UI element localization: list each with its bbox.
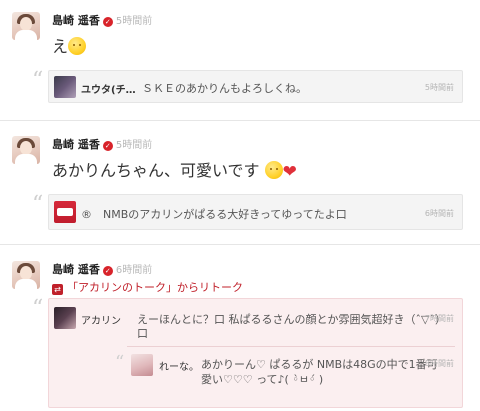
post-time: 6時間前 — [115, 265, 153, 276]
verified-icon: ✓ — [102, 17, 113, 27]
divider — [0, 120, 480, 121]
verified-icon: ✓ — [102, 266, 113, 276]
retalk-link[interactable]: ⇄ 「アカリンのトーク」からリトーク — [52, 279, 243, 295]
nested-quote-icon: “ — [115, 352, 125, 373]
author-line: 島崎 遥香 ✓ 6時間前 — [52, 261, 152, 277]
quoted-name[interactable]: アカリン — [81, 312, 121, 327]
retalk-quote[interactable]: アカリン えーほんとに？口 私ぱるるさんの顔とか雰囲気超好き（ˆ▽ˆ） 口 7時… — [48, 298, 463, 408]
nested-divider — [127, 346, 455, 347]
quoted-text-line2: 口 — [137, 327, 148, 340]
quoted-avatar[interactable] — [54, 201, 76, 223]
post-time: 5時間前 — [115, 16, 153, 27]
author-line: 島崎 遥香 ✓ 5時間前 — [52, 12, 152, 28]
quoted-avatar[interactable] — [54, 307, 76, 329]
smile-emoji-icon — [264, 161, 283, 179]
author-avatar[interactable] — [12, 136, 40, 164]
quoted-talk[interactable]: ® NMBのアカリンがぱるる大好きってゆってたよ口 6時間前 — [48, 194, 463, 230]
quoted-text: ＳＫＥのあかりんもよろしくね。 — [142, 82, 307, 95]
retalk-icon: ⇄ — [52, 284, 63, 295]
heart-icon: ❤ — [282, 162, 297, 182]
author-name[interactable]: 島崎 遥香 — [52, 14, 100, 27]
author-line: 島崎 遥香 ✓ 5時間前 — [52, 136, 152, 152]
quoted-talk[interactable]: ユウタ(チ… ＳＫＥのあかりんもよろしくね。 5時間前 — [48, 70, 463, 103]
verified-icon: ✓ — [102, 141, 113, 151]
quoted-text-line1: えーほんとに？口 私ぱるるさんの顔とか雰囲気超好き（ˆ▽ˆ） — [137, 313, 446, 326]
nested-name[interactable]: れーな。 — [159, 358, 199, 373]
quote-icon: “ — [32, 296, 44, 321]
author-name[interactable]: 島崎 遥香 — [52, 138, 100, 151]
author-name[interactable]: 島崎 遥香 — [52, 263, 100, 276]
smile-emoji-icon — [68, 37, 87, 55]
post-text: あかりんちゃん、可愛いです ❤ — [52, 161, 297, 182]
quoted-time: 5時間前 — [424, 83, 454, 92]
quote-icon: “ — [32, 192, 44, 217]
quoted-text: ® NMBのアカリンがぱるる大好きってゆってたよ口 — [81, 208, 347, 221]
author-avatar[interactable] — [12, 12, 40, 40]
quoted-name[interactable]: ユウタ(チ… — [81, 81, 136, 96]
author-avatar[interactable] — [12, 261, 40, 289]
nested-time: 8時間前 — [424, 359, 454, 368]
post-time: 5時間前 — [115, 140, 153, 151]
quoted-time: 6時間前 — [424, 209, 454, 218]
nested-text-line2: 愛い♡♡♡ って♪( ◦̀ㅂ◦́ ) — [201, 373, 324, 386]
quoted-time: 7時間前 — [424, 314, 454, 323]
nested-avatar[interactable] — [131, 354, 153, 376]
quote-icon: “ — [32, 68, 44, 93]
nested-text-line1: あかりーん♡ ぱるるが NMBは48Gの中で1番可 — [201, 358, 438, 371]
quoted-avatar[interactable] — [54, 76, 76, 98]
post-text: え — [52, 33, 87, 57]
divider — [0, 244, 480, 245]
